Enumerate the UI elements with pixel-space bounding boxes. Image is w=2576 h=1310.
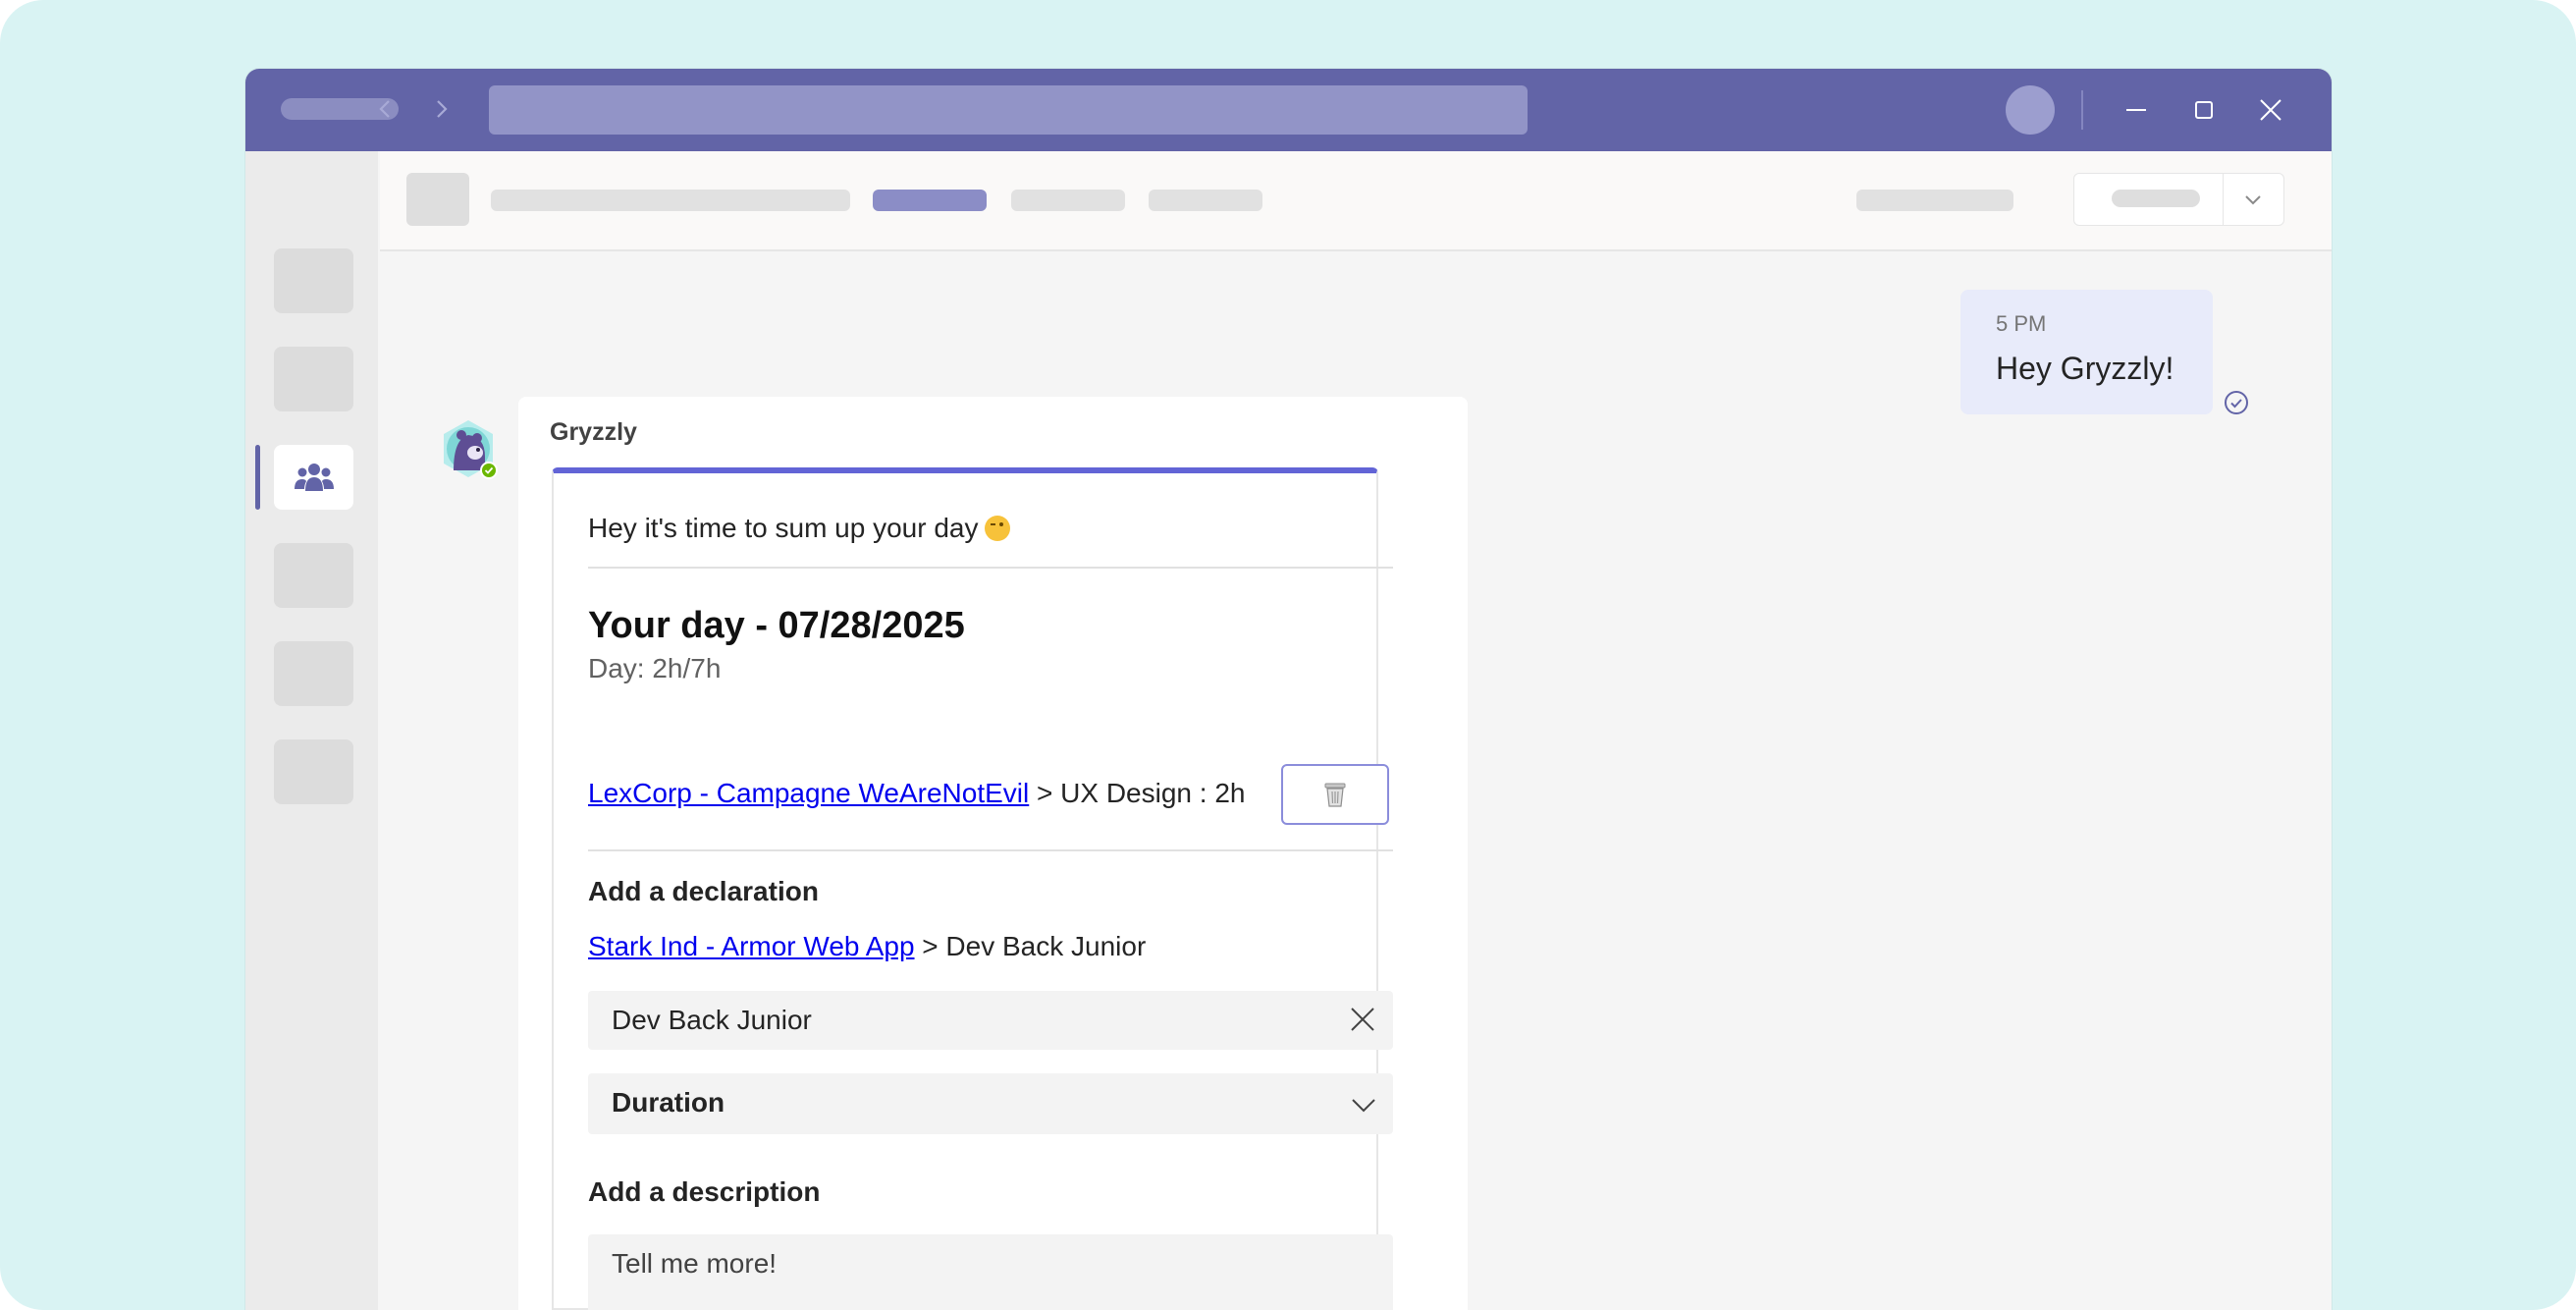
split-button-label	[2112, 190, 2200, 207]
declaration-project-detail: > Dev Back Junior	[914, 931, 1147, 961]
divider	[588, 849, 1393, 851]
delete-entry-button[interactable]	[1281, 764, 1389, 825]
minimize-icon[interactable]	[2115, 88, 2158, 132]
chevron-down-icon[interactable]	[2237, 184, 2269, 215]
task-select-value: Dev Back Junior	[612, 1005, 812, 1035]
chevron-down-icon	[1352, 1099, 1375, 1113]
sender-name: Gryzzly	[550, 418, 637, 446]
card-intro: Hey it's time to sum up your day	[588, 513, 1010, 544]
duration-label: Duration	[612, 1087, 725, 1118]
divider	[2081, 90, 2083, 130]
app-rail	[245, 151, 378, 1310]
divider	[2223, 174, 2224, 225]
time-entry-row: LexCorp - Campagne WeAreNotEvil > UX Des…	[588, 778, 1245, 809]
read-check-icon	[2225, 391, 2248, 414]
rail-item[interactable]	[274, 347, 353, 411]
project-link[interactable]: LexCorp - Campagne WeAreNotEvil	[588, 778, 1029, 808]
bot-avatar[interactable]	[436, 417, 501, 482]
app-window: 5 PM Hey Gryzzly! Gryzzly Hey it's time …	[245, 69, 2332, 1310]
card-intro-text: Hey it's time to sum up your day	[588, 513, 979, 543]
avatar[interactable]	[2006, 85, 2055, 135]
description-label: Add a description	[588, 1176, 821, 1207]
rail-item[interactable]	[274, 739, 353, 804]
declaration-label: Add a declaration	[588, 876, 819, 906]
declaration-project-row: Stark Ind - Armor Web App > Dev Back Jun…	[588, 931, 1146, 962]
maximize-icon[interactable]	[2182, 88, 2226, 132]
close-icon[interactable]	[2249, 88, 2292, 132]
declaration-project-link[interactable]: Stark Ind - Armor Web App	[588, 931, 915, 961]
clear-icon[interactable]	[1348, 1005, 1377, 1034]
chevron-right-icon[interactable]	[424, 92, 457, 126]
message-text: Hey Gryzzly!	[1996, 351, 2174, 386]
chat-avatar-placeholder	[406, 173, 469, 226]
split-button[interactable]	[2073, 173, 2284, 226]
description-placeholder: Tell me more!	[612, 1248, 778, 1279]
entry-detail: > UX Design : 2h	[1029, 778, 1246, 808]
teams-icon	[295, 464, 334, 491]
chevron-left-icon[interactable]	[369, 92, 402, 126]
tab-active[interactable]	[873, 190, 987, 211]
duration-dropdown[interactable]: Duration	[588, 1073, 1393, 1134]
rail-item[interactable]	[274, 248, 353, 313]
card-title: Your day - 07/28/2025	[588, 605, 965, 646]
chat-title-placeholder	[491, 190, 850, 211]
search-input[interactable]	[489, 85, 1528, 135]
outgoing-message: 5 PM Hey Gryzzly!	[1960, 290, 2213, 414]
message-time: 5 PM	[1996, 311, 2047, 336]
task-select[interactable]: Dev Back Junior	[588, 991, 1393, 1050]
description-textarea[interactable]: Tell me more!	[588, 1234, 1393, 1310]
wink-emoji-icon	[984, 516, 1010, 541]
rail-item[interactable]	[274, 641, 353, 706]
chat-header	[380, 151, 2332, 251]
header-action-placeholder[interactable]	[1856, 190, 2013, 211]
title-bar	[245, 69, 2332, 151]
active-indicator	[255, 445, 260, 510]
presence-available-icon	[482, 464, 496, 477]
divider	[588, 567, 1393, 569]
tab[interactable]	[1149, 190, 1262, 211]
tab[interactable]	[1011, 190, 1125, 211]
rail-item-teams[interactable]	[274, 445, 353, 510]
rail-item[interactable]	[274, 543, 353, 608]
adaptive-card: Hey it's time to sum up your day Your da…	[552, 467, 1393, 1310]
card-subtitle: Day: 2h/7h	[588, 653, 722, 683]
trash-icon	[1324, 783, 1346, 807]
